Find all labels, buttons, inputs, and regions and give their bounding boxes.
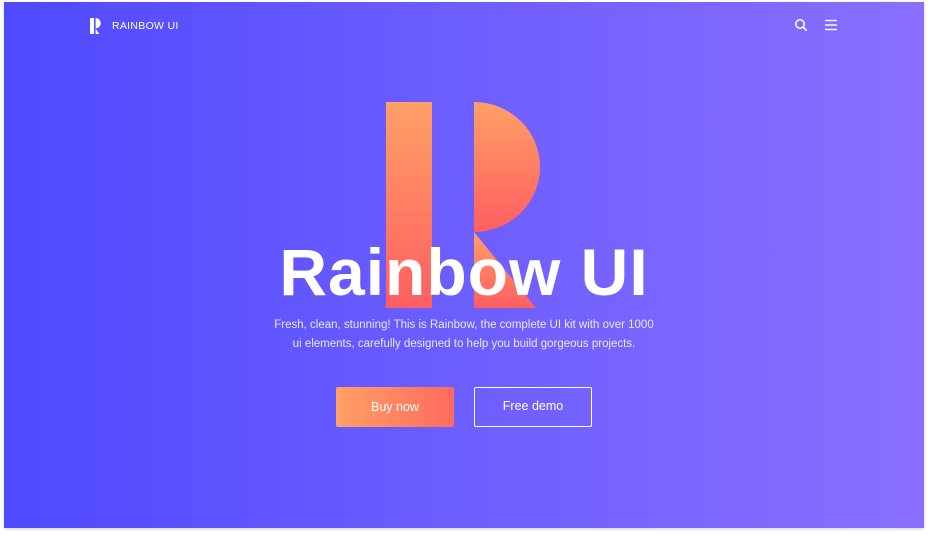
hero-description-line-1: Fresh, clean, stunning! This is Rainbow,… bbox=[274, 319, 654, 331]
buy-now-button[interactable]: Buy now bbox=[336, 387, 454, 427]
hero-description-line-2: ui elements, carefully designed to help … bbox=[292, 338, 636, 350]
top-navbar: RAINBOW UI bbox=[4, 2, 924, 48]
search-icon[interactable] bbox=[794, 18, 808, 32]
hero-title: Rainbow UI bbox=[279, 235, 649, 309]
page-frame: RAINBOW UI Rainbow UI Fresh, clean, stun… bbox=[4, 2, 924, 528]
brand-link[interactable]: RAINBOW UI bbox=[90, 17, 179, 35]
hamburger-menu-icon[interactable] bbox=[824, 18, 838, 32]
brand-name: RAINBOW UI bbox=[112, 20, 179, 32]
free-demo-button[interactable]: Free demo bbox=[474, 387, 592, 427]
rainbow-r-logo-icon bbox=[90, 18, 101, 34]
hero-description: Fresh, clean, stunning! This is Rainbow,… bbox=[264, 316, 664, 354]
